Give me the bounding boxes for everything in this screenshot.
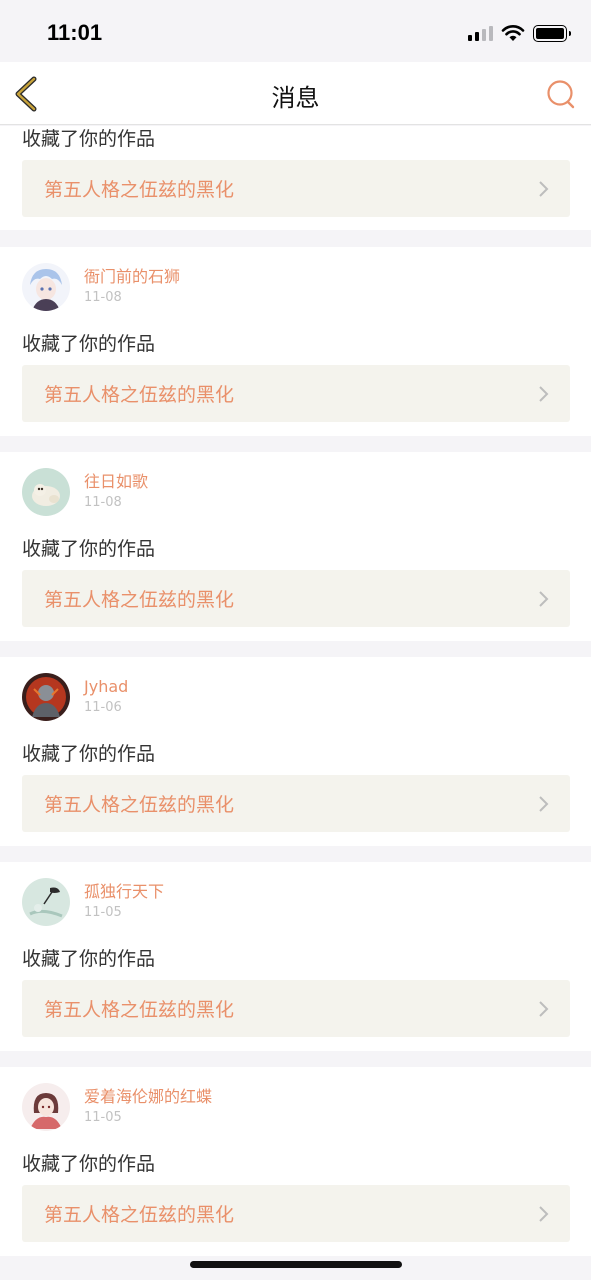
home-indicator[interactable] xyxy=(190,1261,402,1268)
user-avatar[interactable] xyxy=(22,673,70,721)
message-user-row: 往日如歌 11-08 xyxy=(22,468,148,516)
chevron-right-icon xyxy=(539,591,549,607)
chevron-right-icon xyxy=(539,796,549,812)
message-action-text: 收藏了你的作品 xyxy=(22,128,156,150)
work-link[interactable]: 第五人格之伍兹的黑化 xyxy=(22,1185,570,1242)
chevron-right-icon xyxy=(539,386,549,402)
wifi-icon xyxy=(501,25,525,41)
message-date: 11-05 xyxy=(84,1110,122,1125)
message-user-row: 孤独行天下 11-05 xyxy=(22,878,164,926)
cellular-signal-icon xyxy=(468,25,493,41)
chevron-right-icon xyxy=(539,1001,549,1017)
username[interactable]: 往日如歌 xyxy=(84,472,148,492)
user-avatar[interactable] xyxy=(22,468,70,516)
status-icons xyxy=(468,24,571,42)
work-title: 第五人格之伍兹的黑化 xyxy=(44,794,235,816)
message-action-text: 收藏了你的作品 xyxy=(22,538,156,560)
message-card: 孤独行天下 11-05 收藏了你的作品 第五人格之伍兹的黑化 xyxy=(0,862,591,1051)
work-link[interactable]: 第五人格之伍兹的黑化 xyxy=(22,980,570,1037)
message-card: 收藏了你的作品 第五人格之伍兹的黑化 xyxy=(0,126,591,230)
chevron-right-icon xyxy=(539,1206,549,1222)
work-link[interactable]: 第五人格之伍兹的黑化 xyxy=(22,775,570,832)
message-user-row: Jyhad 11-06 xyxy=(22,673,128,721)
work-title: 第五人格之伍兹的黑化 xyxy=(44,589,235,611)
status-time: 11:01 xyxy=(47,20,103,45)
work-link[interactable]: 第五人格之伍兹的黑化 xyxy=(22,365,570,422)
page-title: 消息 xyxy=(271,84,320,112)
message-card: 衙门前的石狮 11-08 收藏了你的作品 第五人格之伍兹的黑化 xyxy=(0,247,591,436)
user-avatar[interactable] xyxy=(22,878,70,926)
user-avatar[interactable] xyxy=(22,1083,70,1131)
message-date: 11-08 xyxy=(84,290,122,305)
work-title: 第五人格之伍兹的黑化 xyxy=(44,179,235,201)
work-title: 第五人格之伍兹的黑化 xyxy=(44,999,235,1021)
work-link[interactable]: 第五人格之伍兹的黑化 xyxy=(22,570,570,627)
user-avatar[interactable] xyxy=(22,263,70,311)
message-user-row: 衙门前的石狮 11-08 xyxy=(22,263,180,311)
username[interactable]: Jyhad xyxy=(84,677,128,697)
message-date: 11-05 xyxy=(84,905,122,920)
battery-icon xyxy=(533,24,571,42)
username[interactable]: 衙门前的石狮 xyxy=(84,267,180,287)
username[interactable]: 爱着海伦娜的红蝶 xyxy=(84,1087,212,1107)
message-date: 11-06 xyxy=(84,700,122,715)
work-link[interactable]: 第五人格之伍兹的黑化 xyxy=(22,160,570,217)
message-action-text: 收藏了你的作品 xyxy=(22,948,156,970)
message-card: 爱着海伦娜的红蝶 11-05 收藏了你的作品 第五人格之伍兹的黑化 xyxy=(0,1067,591,1256)
message-action-text: 收藏了你的作品 xyxy=(22,743,156,765)
message-user-row: 爱着海伦娜的红蝶 11-05 xyxy=(22,1083,212,1131)
chevron-right-icon xyxy=(539,181,549,197)
work-title: 第五人格之伍兹的黑化 xyxy=(44,384,235,406)
message-card: 往日如歌 11-08 收藏了你的作品 第五人格之伍兹的黑化 xyxy=(0,452,591,641)
message-date: 11-08 xyxy=(84,495,122,510)
work-title: 第五人格之伍兹的黑化 xyxy=(44,1204,235,1226)
message-card: Jyhad 11-06 收藏了你的作品 第五人格之伍兹的黑化 xyxy=(0,657,591,846)
status-bar: 11:01 xyxy=(0,0,591,62)
message-action-text: 收藏了你的作品 xyxy=(22,333,156,355)
message-action-text: 收藏了你的作品 xyxy=(22,1153,156,1175)
navigation-bar: 消息 xyxy=(0,62,591,125)
username[interactable]: 孤独行天下 xyxy=(84,882,164,902)
search-icon[interactable] xyxy=(545,78,577,110)
